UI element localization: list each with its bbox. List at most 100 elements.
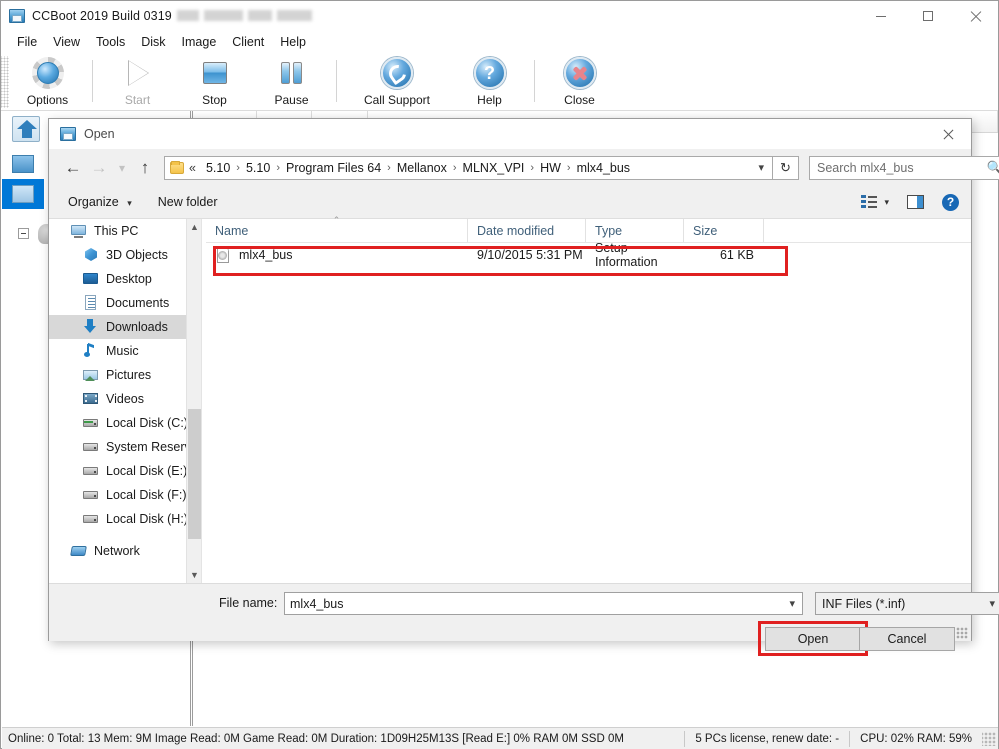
open-button[interactable]: Open <box>765 626 861 651</box>
chevron-down-icon[interactable]: ▾ <box>758 161 764 174</box>
chevron-down-icon[interactable]: ▾ <box>789 597 795 610</box>
column-header-size[interactable]: Size <box>684 219 764 242</box>
toolbar-drag-grip[interactable] <box>1 56 9 108</box>
sidebar-item-music[interactable]: Music <box>49 339 201 363</box>
resize-grip-icon[interactable] <box>956 627 968 639</box>
menu-item-image[interactable]: Image <box>174 33 225 51</box>
drive-icon <box>83 463 99 479</box>
column-header-type[interactable]: Type <box>586 219 684 242</box>
breadcrumb-item-3[interactable]: Mellanox <box>392 161 452 175</box>
sidebar-item-local-disk-h[interactable]: Local Disk (H:) <box>49 507 201 531</box>
music-icon <box>83 342 99 359</box>
column-header-date-modified[interactable]: Date modified <box>468 219 586 242</box>
chevron-down-icon[interactable]: ▾ <box>989 597 995 610</box>
dialog-close-button[interactable] <box>926 119 971 149</box>
sidebar-item-local-disk-e[interactable]: Local Disk (E:) <box>49 459 201 483</box>
toolbar-button-start[interactable]: Start <box>99 55 176 109</box>
help-icon[interactable]: ? <box>942 193 959 211</box>
scroll-down-icon[interactable]: ▼ <box>187 567 201 583</box>
recent-locations-button[interactable]: ▾ <box>112 155 132 181</box>
sidebar-item-system-reserved[interactable]: System Reserved <box>49 435 201 459</box>
search-box[interactable]: Search mlx4_bus 🔍 <box>809 155 999 180</box>
file-name-input[interactable]: mlx4_bus ▾ <box>284 592 803 615</box>
breadcrumb-item-0[interactable]: 5.10 <box>201 161 235 175</box>
cancel-button[interactable]: Cancel <box>859 627 955 651</box>
address-bar[interactable]: « 5.10 › 5.10 › Program Files 64 › Mella… <box>164 155 773 180</box>
pictures-icon <box>83 367 99 383</box>
toolbar-separator <box>92 60 93 102</box>
phone-icon <box>381 57 413 89</box>
toolbar-button-pause[interactable]: Pause <box>253 55 330 109</box>
inf-file-icon <box>215 247 231 263</box>
column-header-label: Type <box>595 223 623 238</box>
sidebar-item-3d-objects[interactable]: 3D Objects <box>49 243 201 267</box>
breadcrumb-item-6[interactable]: mlx4_bus <box>572 161 636 175</box>
breadcrumb-item-1[interactable]: 5.10 <box>241 161 275 175</box>
folder-icon <box>170 160 184 174</box>
refresh-button[interactable]: ↻ <box>773 155 799 180</box>
toolbar-button-help[interactable]: ? Help <box>451 55 528 109</box>
menu-item-client[interactable]: Client <box>224 33 272 51</box>
back-arrow-icon: ← <box>64 157 82 177</box>
breadcrumb-item-2[interactable]: Program Files 64 <box>281 161 386 175</box>
sidebar-item-local-disk-c[interactable]: Local Disk (C:) <box>49 411 201 435</box>
drive-icon <box>83 511 99 527</box>
forward-button[interactable]: → <box>86 155 112 181</box>
menu-item-help[interactable]: Help <box>272 33 314 51</box>
sidebar-item-network[interactable]: Network <box>49 539 201 563</box>
menu-item-view[interactable]: View <box>45 33 88 51</box>
sidebar-item-pictures[interactable]: Pictures <box>49 363 201 387</box>
navigation-pane-scrollbar[interactable]: ▲ ▼ <box>186 219 201 583</box>
open-button-highlight-annotation: Open <box>758 621 868 656</box>
close-button[interactable] <box>952 1 998 31</box>
file-list: ⌃ Name Date modified Type Size mlx4_bus … <box>206 215 971 583</box>
search-icon: 🔍 <box>986 159 999 175</box>
file-list-header: ⌃ Name Date modified Type Size <box>206 215 971 243</box>
menu-item-disk[interactable]: Disk <box>133 33 173 51</box>
window-title-text: CCBoot 2019 Build 0319 <box>32 9 312 23</box>
sidebar-label: This PC <box>94 224 139 238</box>
chevron-down-icon[interactable]: ▾ <box>884 197 889 208</box>
up-button[interactable]: ↑ <box>132 155 158 181</box>
search-input[interactable]: Search mlx4_bus <box>810 161 985 175</box>
menu-item-file[interactable]: File <box>9 33 45 51</box>
sidebar-item-this-pc[interactable]: This PC <box>49 219 201 243</box>
sidebar-item-documents[interactable]: Documents <box>49 291 201 315</box>
back-button[interactable]: ← <box>60 155 86 181</box>
minimize-button[interactable] <box>858 1 904 31</box>
maximize-button[interactable] <box>905 1 951 31</box>
toolbar-button-call-support[interactable]: Call Support <box>343 55 451 109</box>
toolbar-button-stop[interactable]: Stop <box>176 55 253 109</box>
view-layout-icon[interactable] <box>861 195 878 209</box>
tree-expander-icon[interactable] <box>18 228 29 239</box>
preview-pane-icon[interactable] <box>907 195 924 209</box>
scrollbar-thumb[interactable] <box>188 409 201 539</box>
sidebar-item-videos[interactable]: Videos <box>49 387 201 411</box>
toolbar-button-options[interactable]: Options <box>9 55 86 109</box>
file-type-filter-select[interactable]: INF Files (*.inf) ▾ <box>815 592 999 615</box>
menu-item-tools[interactable]: Tools <box>88 33 133 51</box>
new-folder-button[interactable]: New folder <box>150 191 226 213</box>
organize-button[interactable]: Organize ▾ <box>60 191 140 213</box>
breadcrumb-item-4[interactable]: MLNX_VPI <box>458 161 530 175</box>
sidebar-label: Network <box>94 544 140 558</box>
open-file-dialog: Open ← → ▾ ↑ « 5.10 › 5.10 › Program Fil… <box>48 118 999 656</box>
breadcrumb-item-5[interactable]: HW <box>535 161 566 175</box>
app-title-redacted-text <box>176 10 312 21</box>
app-title: CCBoot 2019 Build 0319 <box>32 9 172 23</box>
new-folder-label: New folder <box>157 195 218 209</box>
scroll-up-icon[interactable]: ▲ <box>187 219 201 235</box>
toolbar-label-help: Help <box>477 93 502 107</box>
chevron-down-icon: ▾ <box>127 198 132 208</box>
sidebar-item-local-disk-f[interactable]: Local Disk (F:) <box>49 483 201 507</box>
close-icon <box>943 129 954 140</box>
resize-grip-icon[interactable] <box>982 731 996 746</box>
breadcrumb-overflow[interactable]: « <box>186 161 201 175</box>
sidebar-item-downloads[interactable]: Downloads <box>49 315 201 339</box>
column-header-name[interactable]: ⌃ Name <box>206 215 468 242</box>
table-row[interactable]: mlx4_bus 9/10/2015 5:31 PM Setup Informa… <box>206 241 971 269</box>
status-license: 5 PCs license, renew date: - <box>684 730 849 747</box>
sidebar-label: Desktop <box>106 272 152 286</box>
toolbar-button-close[interactable]: Close <box>541 55 618 109</box>
sidebar-item-desktop[interactable]: Desktop <box>49 267 201 291</box>
